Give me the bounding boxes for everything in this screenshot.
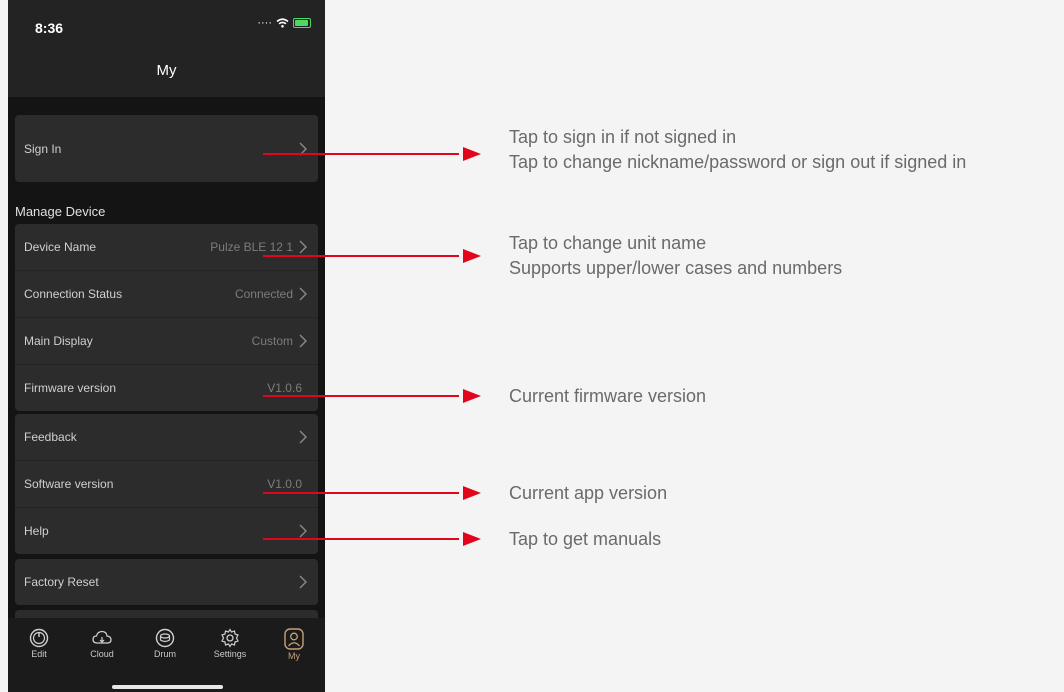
software-version-label: Software version [24,477,114,491]
tab-cloud-label: Cloud [90,649,114,659]
cloud-icon [92,630,112,644]
tab-settings[interactable]: Settings [208,628,252,659]
annotation-arrow-head [463,486,481,500]
help-label: Help [24,524,49,538]
factory-reset-row[interactable]: Factory Reset [15,559,318,605]
chevron-right-icon [299,524,307,538]
connection-status-label: Connection Status [24,287,123,301]
annotation-device-name: Tap to change unit name Supports upper/l… [509,231,842,281]
annotation-sign-in-line2: Tap to change nickname/password or sign … [509,152,967,172]
chevron-right-icon [299,287,307,301]
sign-in-label: Sign In [24,141,62,156]
wifi-icon [276,18,289,28]
chevron-right-icon [299,430,307,444]
annotation-app-version: Current app version [509,483,668,503]
phone-screen: 8:36 ···· My Sign In Manage Device Devic… [8,0,325,692]
top-bar: 8:36 ···· My [8,0,325,97]
gear-icon [221,628,239,648]
status-time: 8:36 [35,20,64,36]
device-name-row[interactable]: Device Name Pulze BLE 12 1 [15,224,318,271]
software-version-row: Software version V1.0.0 [15,461,318,508]
annotation-arrow-line [263,538,459,540]
device-name-label: Device Name [24,240,97,254]
reset-group: Factory Reset [15,559,318,605]
tab-edit[interactable]: Edit [17,628,61,659]
device-name-value: Pulze BLE 12 1 [210,240,293,254]
tab-my[interactable]: My [272,628,316,661]
factory-reset-label: Factory Reset [24,575,99,589]
chevron-right-icon [299,240,307,254]
tab-my-label: My [288,651,300,661]
home-indicator [112,685,223,689]
user-icon [284,628,304,650]
signal-icon: ···· [257,17,272,29]
annotation-device-name-line2: Supports upper/lower cases and numbers [509,258,843,278]
tab-cloud[interactable]: Cloud [80,628,124,659]
firmware-version-value: V1.0.6 [267,381,302,395]
firmware-version-label: Firmware version [24,381,117,395]
annotation-arrow-head [463,249,481,263]
tab-edit-label: Edit [31,649,47,659]
sign-in-row[interactable]: Sign In [15,115,318,182]
firmware-version-row: Firmware version V1.0.6 [15,365,318,411]
tab-drum[interactable]: Drum [143,628,187,659]
annotation-arrow-line [263,492,459,494]
support-group: Feedback Software version V1.0.0 Help [15,414,318,554]
annotation-firmware: Current firmware version [509,386,707,406]
annotation-arrow-head [463,147,481,161]
drum-icon [155,628,175,648]
feedback-row[interactable]: Feedback [15,414,318,461]
annotation-sign-in-line1: Tap to sign in if not signed in [509,127,737,147]
knob-icon [29,628,49,648]
manage-device-title: Manage Device [15,204,106,219]
annotation-sign-in: Tap to sign in if not signed in Tap to c… [509,125,966,175]
page-title: My [156,62,177,79]
status-icons: ···· [257,17,311,29]
battery-icon [293,18,311,28]
main-display-row[interactable]: Main Display Custom [15,318,318,365]
annotation-arrow-head [463,532,481,546]
main-display-value: Custom [251,334,293,348]
software-version-value: V1.0.0 [267,477,302,491]
chevron-right-icon [299,334,307,348]
main-display-label: Main Display [24,334,93,348]
account-group: Sign In [15,115,318,182]
connection-status-value: Connected [234,287,293,301]
tab-drum-label: Drum [154,649,176,659]
annotation-arrow-line [263,153,459,155]
annotation-arrow-line [263,395,459,397]
annotation-manuals: Tap to get manuals [509,529,662,549]
tab-bar: Edit Cloud Drum Settings My [8,618,325,692]
chevron-right-icon [299,575,307,589]
tab-settings-label: Settings [213,649,247,659]
annotation-arrow-head [463,389,481,403]
help-row[interactable]: Help [15,508,318,554]
annotation-arrow-line [263,255,459,257]
feedback-label: Feedback [24,430,77,444]
annotation-device-name-line1: Tap to change unit name [509,233,707,253]
manage-device-group: Device Name Pulze BLE 12 1 Connection St… [15,224,318,411]
connection-status-row[interactable]: Connection Status Connected [15,271,318,318]
